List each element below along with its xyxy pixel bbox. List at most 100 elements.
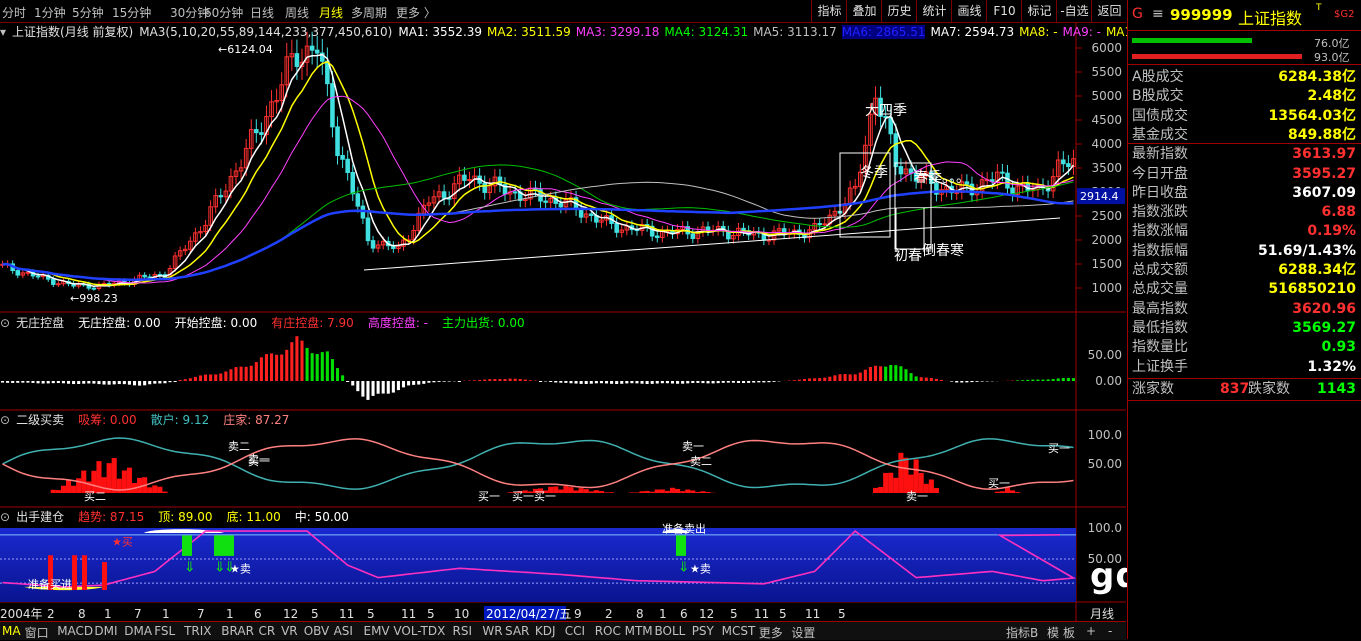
- menu-icon[interactable]: ≡: [1152, 6, 1164, 22]
- indicator-tab[interactable]: 窗口: [25, 624, 49, 641]
- quote-label: 最新指数: [1132, 145, 1188, 163]
- quote-row: 最高指数3620.96: [1132, 300, 1360, 318]
- accumulation-bar: [568, 487, 573, 493]
- accumulation-bar: [558, 490, 563, 493]
- indicator-tab[interactable]: OBV: [304, 624, 330, 638]
- toolbar-button[interactable]: 统计: [916, 0, 952, 22]
- indicator-tab[interactable]: KDJ: [535, 624, 556, 638]
- bottom-control[interactable]: +: [1086, 624, 1096, 638]
- period-tab[interactable]: 15分钟: [112, 4, 151, 21]
- toolbar-button[interactable]: 历史: [881, 0, 917, 22]
- indicator-tab[interactable]: 设置: [791, 624, 815, 641]
- period-tab[interactable]: 分时: [2, 4, 26, 21]
- histogram-bar: [77, 381, 80, 384]
- indicator-tab[interactable]: WR: [482, 624, 502, 638]
- indicator-tab[interactable]: DMA: [124, 624, 152, 638]
- histogram-bar: [503, 379, 506, 381]
- quote-row: 国债成交13564.03亿: [1132, 107, 1360, 125]
- indicator-tab[interactable]: ASI: [334, 624, 353, 638]
- toolbar-button[interactable]: F10: [986, 0, 1022, 22]
- indicator-tab[interactable]: VR: [281, 624, 298, 638]
- indicator-tab[interactable]: BOLL: [655, 624, 686, 638]
- indicator-tab[interactable]: RSI: [453, 624, 473, 638]
- indicator-value: 庄家: 87.27: [223, 413, 289, 427]
- quote-row: 指数涨跌6.88: [1132, 203, 1360, 221]
- bottom-control[interactable]: 板: [1063, 624, 1075, 641]
- candle-body: [1067, 164, 1071, 167]
- period-tab[interactable]: 多周期: [351, 4, 387, 21]
- histogram-bar: [392, 381, 395, 393]
- period-tab[interactable]: 月线: [319, 4, 343, 21]
- candle-body: [57, 284, 61, 285]
- histogram-bar: [250, 366, 253, 381]
- indicator-tab[interactable]: MA: [2, 624, 21, 638]
- candle-body: [366, 218, 370, 241]
- accumulation-bar: [589, 491, 594, 493]
- indicator-tab[interactable]: BRAR: [221, 624, 254, 638]
- candle-body: [336, 127, 340, 156]
- histogram-bar: [356, 381, 359, 391]
- candle-body: [315, 50, 319, 53]
- period-tab[interactable]: 更多 〉: [396, 4, 436, 21]
- indicator-tab[interactable]: MTM: [625, 624, 653, 638]
- histogram-bar: [1041, 380, 1044, 381]
- indicator-tab[interactable]: FSL: [154, 624, 175, 638]
- histogram-bar: [935, 379, 938, 381]
- accumulation-bar: [878, 487, 883, 493]
- main-chart-title: 上证指数(月线 前复权): [12, 25, 133, 39]
- toolbar-button[interactable]: 画线: [951, 0, 987, 22]
- bottom-control[interactable]: -: [1108, 624, 1112, 638]
- histogram-bar: [869, 367, 872, 381]
- indicator-tab[interactable]: PSY: [692, 624, 714, 638]
- quote-value: 3620.96: [1292, 300, 1356, 318]
- candle-body: [1062, 160, 1066, 164]
- cursor-date: 2012/04/27/五: [486, 607, 571, 621]
- period-tab[interactable]: 周线: [285, 4, 309, 21]
- bottom-control[interactable]: 模: [1047, 624, 1059, 641]
- indicator-tab[interactable]: VOL-TDX: [393, 624, 445, 638]
- candle-body: [1006, 173, 1010, 188]
- ma-line-144: [3, 191, 1074, 279]
- accumulation-bar: [655, 490, 660, 493]
- quote-row: 指数量比0.93: [1132, 338, 1360, 356]
- accumulation-bar: [96, 461, 101, 493]
- indicator-tab[interactable]: CR: [259, 624, 276, 638]
- indicator-tab[interactable]: 更多: [759, 624, 783, 641]
- period-tab[interactable]: 日线: [250, 4, 274, 21]
- histogram-bar: [498, 379, 501, 381]
- collapse-icon[interactable]: ▾: [0, 25, 6, 39]
- collapse-icon[interactable]: ⊙: [0, 510, 10, 524]
- collapse-icon[interactable]: ⊙: [0, 316, 10, 330]
- candle-body: [36, 276, 40, 277]
- quote-value: 3607.09: [1292, 184, 1356, 202]
- indicator-tab[interactable]: EMV: [364, 624, 390, 638]
- histogram-bar: [625, 381, 628, 383]
- y-tick-label: 0.00: [1095, 374, 1122, 388]
- indicator-tab[interactable]: CCI: [565, 624, 585, 638]
- indicator-tab[interactable]: ROC: [595, 624, 621, 638]
- info-icon[interactable]: T: [1316, 3, 1322, 13]
- histogram-bar: [270, 353, 273, 381]
- period-tab[interactable]: 5分钟: [72, 4, 104, 21]
- indicator-tab[interactable]: MCST: [722, 624, 756, 638]
- signal-marker: 买一: [988, 477, 1010, 490]
- quote-value: 6284.38亿: [1278, 68, 1356, 86]
- accumulation-bar: [1010, 490, 1015, 493]
- histogram-bar: [52, 381, 55, 383]
- indicator-tab[interactable]: TRIX: [184, 624, 211, 638]
- time-label: 12: [699, 607, 714, 621]
- toolbar-button[interactable]: 叠加: [846, 0, 882, 22]
- indicator-tab[interactable]: SAR: [505, 624, 529, 638]
- toolbar-button[interactable]: 指标: [811, 0, 847, 22]
- collapse-icon[interactable]: ⊙: [0, 413, 10, 427]
- indicator-tab[interactable]: MACD: [57, 624, 93, 638]
- toolbar-button[interactable]: 标记: [1021, 0, 1057, 22]
- indicator-tab[interactable]: DMI: [94, 624, 117, 638]
- toolbar-button[interactable]: -自选: [1056, 0, 1092, 22]
- period-tab[interactable]: 1分钟: [34, 4, 66, 21]
- period-tab[interactable]: 60分钟: [204, 4, 243, 21]
- bottom-control[interactable]: 指标B: [1006, 624, 1038, 641]
- divider: [1128, 400, 1361, 401]
- toolbar-button[interactable]: 返回: [1091, 0, 1127, 22]
- candle-body: [92, 288, 96, 289]
